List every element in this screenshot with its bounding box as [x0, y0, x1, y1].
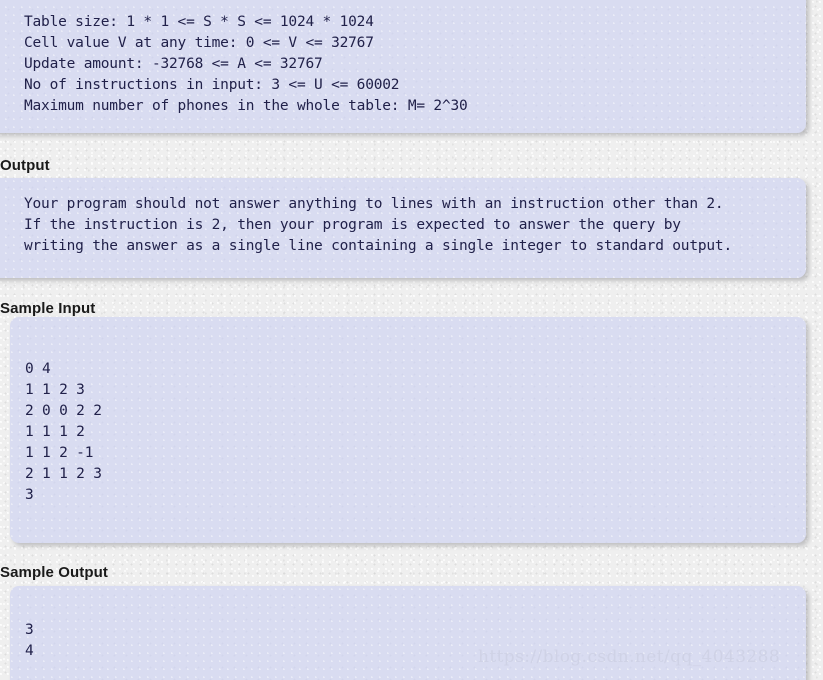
sample-output-heading: Sample Output: [0, 564, 108, 581]
output-text: Your program should not answer anything …: [24, 196, 732, 254]
sample-input-text: 0 4 1 1 2 3 2 0 0 2 2 1 1 1 2 1 1 2 -1 2…: [25, 361, 102, 503]
output-heading: Output: [0, 157, 50, 174]
constraints-text: Table size: 1 * 1 <= S * S <= 1024 * 102…: [24, 14, 468, 114]
output-panel: Your program should not answer anything …: [0, 178, 806, 278]
watermark-text: https://blog.csdn.net/qq_4043288: [478, 647, 781, 667]
sample-input-heading: Sample Input: [0, 300, 96, 317]
sample-input-panel: 0 4 1 1 2 3 2 0 0 2 2 1 1 1 2 1 1 2 -1 2…: [10, 317, 806, 543]
constraints-panel: Table size: 1 * 1 <= S * S <= 1024 * 102…: [0, 0, 806, 133]
